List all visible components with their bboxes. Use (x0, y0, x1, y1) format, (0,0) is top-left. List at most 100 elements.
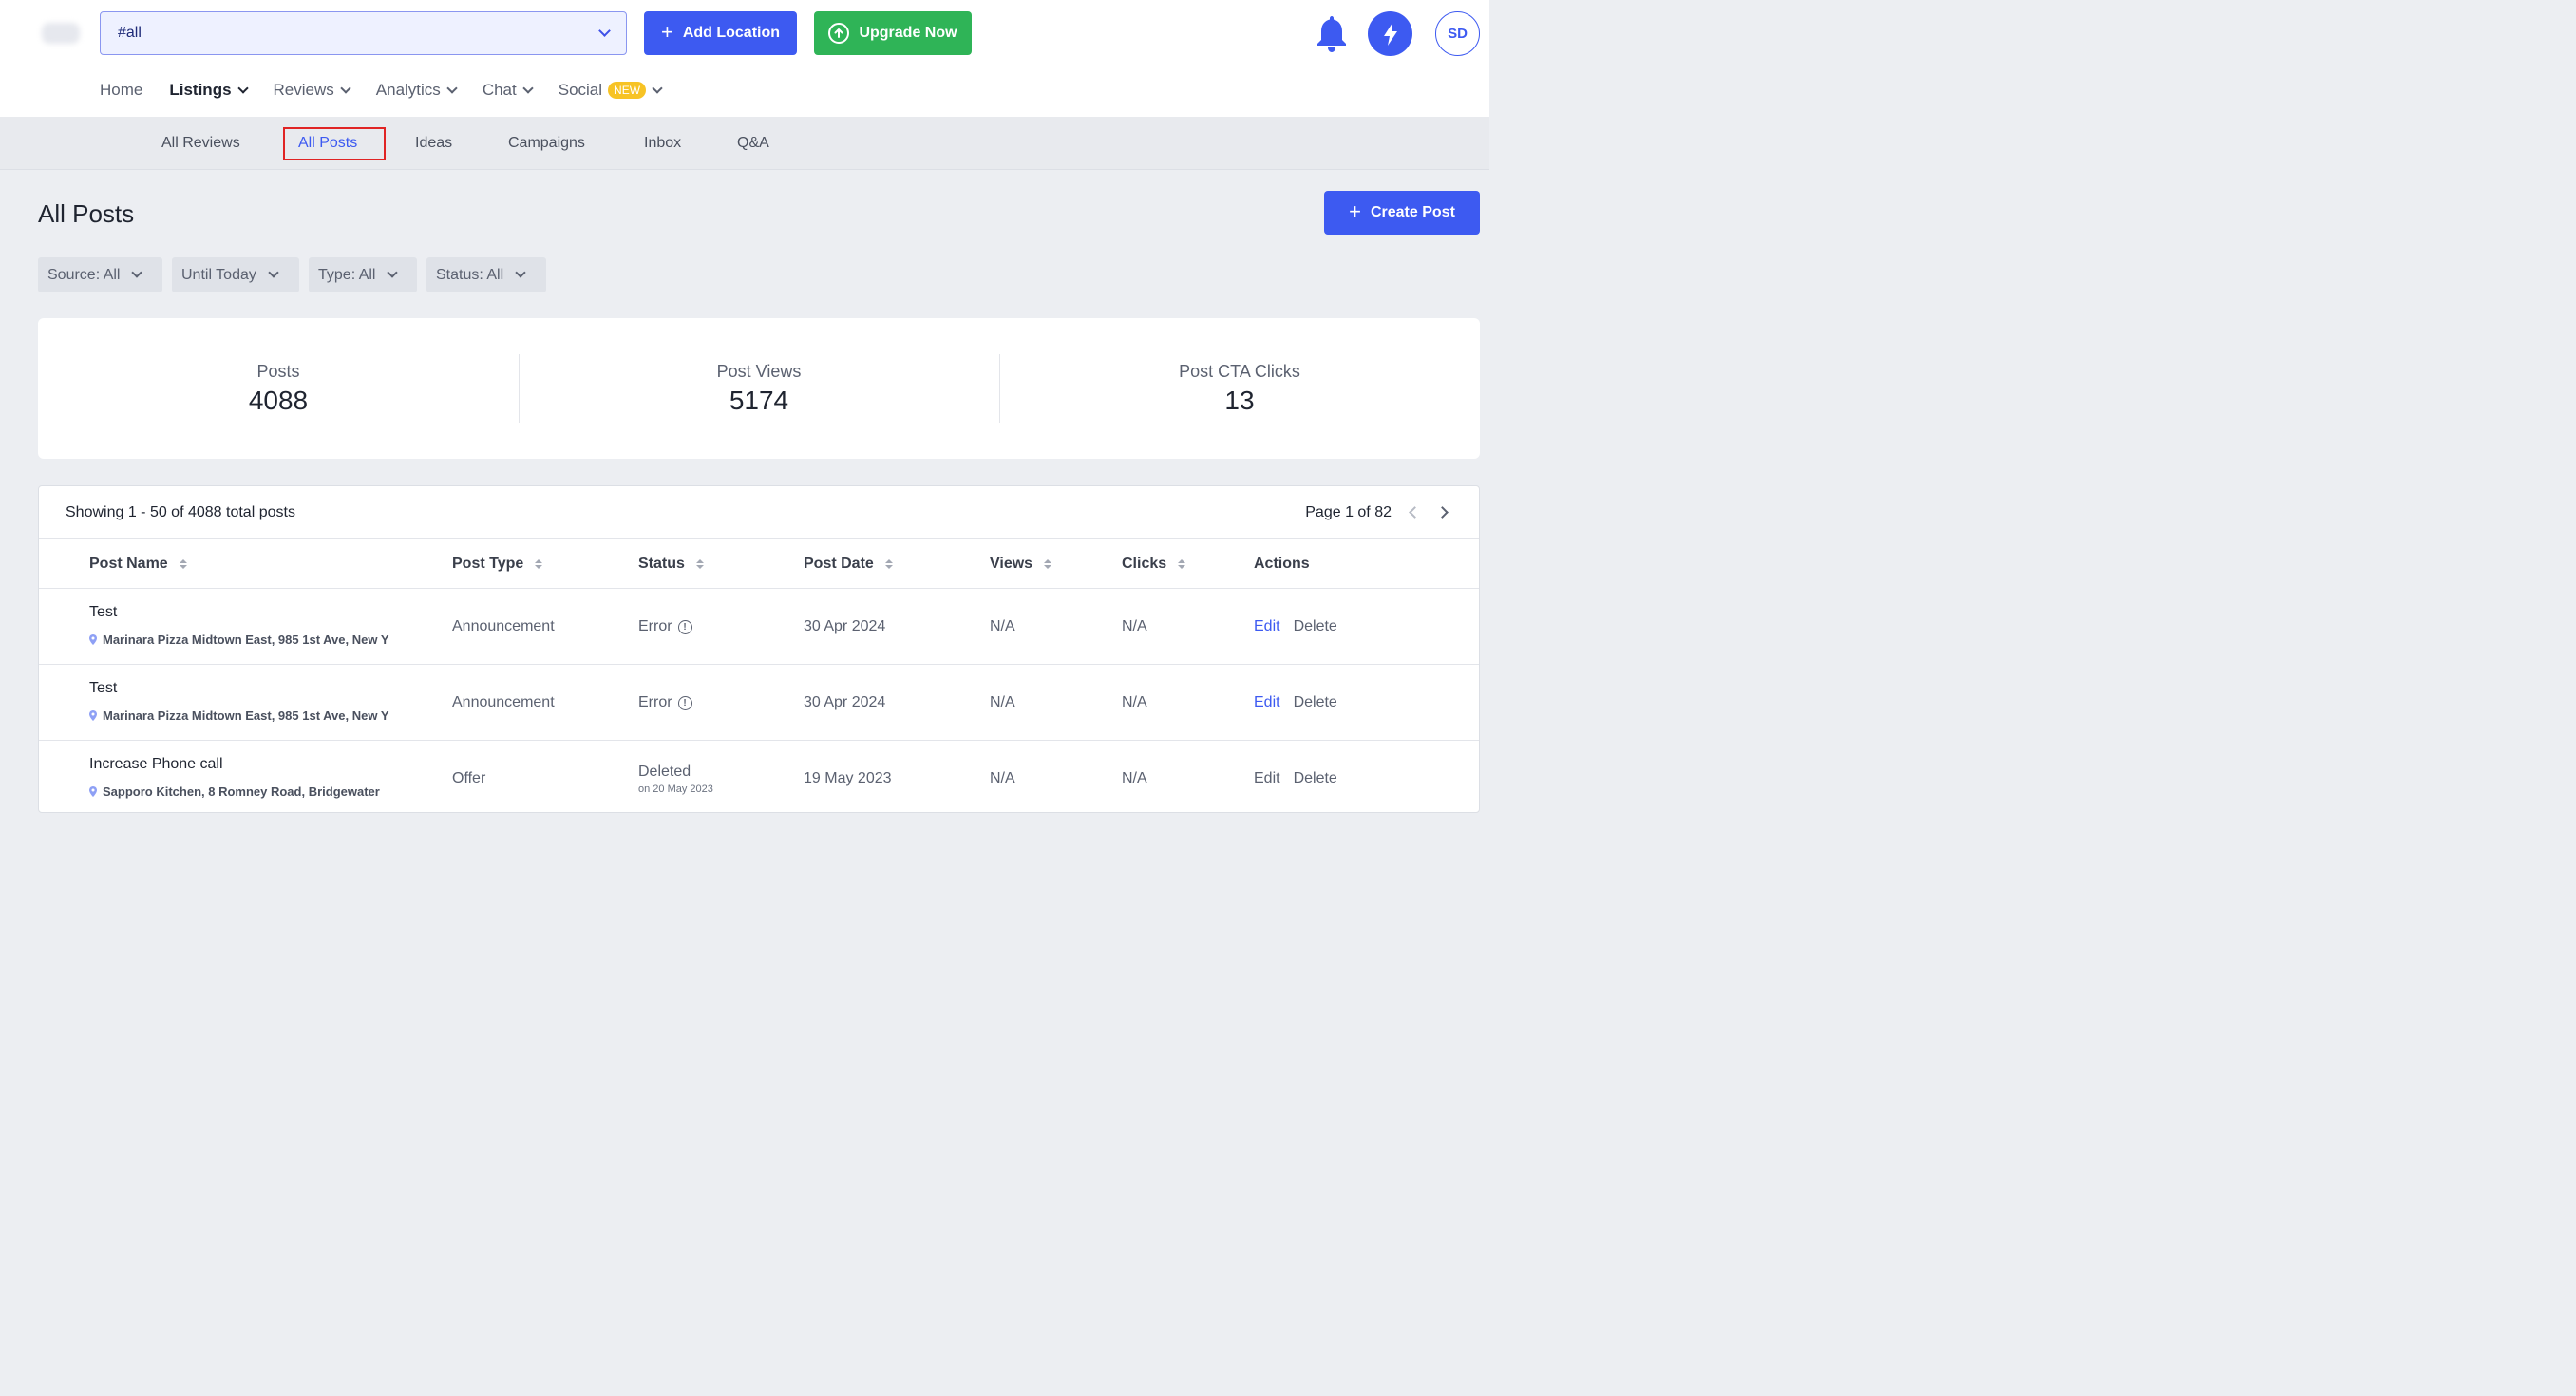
sort-icon (535, 559, 543, 569)
tab-ideas[interactable]: Ideas (415, 117, 452, 170)
stat-clicks: Post CTA Clicks 13 (999, 318, 1480, 459)
sub-nav: All Reviews All Posts Ideas Campaigns In… (0, 117, 1489, 170)
post-name[interactable]: Test (89, 680, 117, 697)
post-type: Announcement (452, 618, 555, 634)
nav-social-label: Social (558, 81, 603, 99)
nav-analytics[interactable]: Analytics (375, 81, 458, 100)
col-clicks[interactable]: Clicks (1122, 539, 1186, 589)
sort-icon (1044, 559, 1052, 569)
showing-text: Showing 1 - 50 of 4088 total posts (66, 503, 295, 520)
info-icon[interactable]: ! (677, 695, 692, 710)
sort-icon (1178, 559, 1186, 569)
post-views: N/A (990, 694, 1015, 710)
date-filter[interactable]: Until Today (172, 257, 299, 292)
col-status[interactable]: Status (638, 539, 704, 589)
post-location: Marinara Pizza Midtown East, 985 1st Ave… (89, 632, 398, 647)
lightning-icon[interactable] (1368, 11, 1412, 56)
sort-icon (695, 559, 704, 569)
nav-analytics-label: Analytics (375, 81, 441, 99)
arrow-up-circle-icon (828, 23, 850, 44)
nav-listings-label: Listings (169, 81, 232, 99)
post-status-text: Deleted (638, 763, 691, 780)
nav-reviews[interactable]: Reviews (274, 81, 351, 100)
post-views: N/A (990, 770, 1015, 786)
post-status-text: Error (638, 618, 672, 634)
tab-inbox[interactable]: Inbox (644, 117, 681, 170)
post-status-subtext: on 20 May 2023 (638, 783, 713, 795)
stat-views: Post Views 5174 (519, 318, 999, 459)
chevron-left-icon[interactable] (1409, 506, 1421, 519)
edit-link[interactable]: Edit (1254, 770, 1280, 787)
tab-qa[interactable]: Q&A (737, 117, 769, 170)
chevron-right-icon[interactable] (1436, 506, 1449, 519)
col-post-name-label: Post Name (89, 556, 168, 572)
add-location-button[interactable]: + Add Location (644, 11, 797, 55)
page-text: Page 1 of 82 (1305, 503, 1392, 520)
edit-link[interactable]: Edit (1254, 694, 1280, 711)
tab-all-reviews[interactable]: All Reviews (161, 117, 240, 170)
map-pin-icon (89, 634, 97, 645)
col-actions-label: Actions (1254, 556, 1310, 572)
chevron-down-icon (340, 82, 351, 94)
avatar[interactable]: SD (1435, 11, 1480, 56)
plus-icon: + (660, 20, 673, 44)
col-post-type[interactable]: Post Type (452, 539, 543, 589)
post-location: Sapporo Kitchen, 8 Romney Road, Bridgewa… (89, 784, 398, 799)
type-filter[interactable]: Type: All (309, 257, 417, 292)
delete-link[interactable]: Delete (1294, 618, 1337, 635)
upgrade-now-button[interactable]: Upgrade Now (814, 11, 972, 55)
post-type: Announcement (452, 694, 555, 710)
chevron-down-icon (237, 82, 249, 94)
nav-chat[interactable]: Chat (483, 81, 534, 100)
chevron-down-icon (446, 82, 458, 94)
plus-icon: + (1349, 199, 1361, 223)
create-post-button[interactable]: + Create Post (1324, 191, 1480, 235)
table-row[interactable]: Test Marinara Pizza Midtown East, 985 1s… (39, 665, 1479, 741)
post-date: 30 Apr 2024 (804, 618, 886, 634)
tab-campaigns[interactable]: Campaigns (508, 117, 585, 170)
post-views: N/A (990, 618, 1015, 634)
status-filter[interactable]: Status: All (426, 257, 546, 292)
col-views[interactable]: Views (990, 539, 1052, 589)
post-actions: Edit Delete (1254, 741, 1337, 812)
table-row[interactable]: Increase Phone call Sapporo Kitchen, 8 R… (39, 741, 1479, 812)
source-filter[interactable]: Source: All (38, 257, 162, 292)
posts-table: Showing 1 - 50 of 4088 total posts Page … (38, 485, 1480, 813)
nav-social[interactable]: Social NEW (558, 81, 663, 100)
post-date: 30 Apr 2024 (804, 694, 886, 710)
page-title: All Posts (38, 199, 135, 228)
stat-posts-value: 4088 (248, 385, 309, 415)
col-post-date[interactable]: Post Date (804, 539, 893, 589)
active-tab-highlight (283, 127, 386, 160)
location-select[interactable]: #all (100, 11, 627, 55)
post-name[interactable]: Test (89, 604, 117, 621)
bell-icon[interactable] (1314, 13, 1350, 53)
filter-bar: Source: All Until Today Type: All Status… (38, 257, 546, 292)
nav-home[interactable]: Home (100, 81, 142, 100)
chevron-down-icon (652, 82, 663, 94)
delete-link[interactable]: Delete (1294, 694, 1337, 711)
info-icon[interactable]: ! (677, 619, 692, 634)
post-location-text: Sapporo Kitchen, 8 Romney Road, Bridgewa… (103, 784, 380, 799)
stats-card: Posts 4088 Post Views 5174 Post CTA Clic… (38, 318, 1480, 459)
type-filter-label: Type: All (318, 266, 376, 283)
logo[interactable] (42, 23, 80, 44)
post-location-text: Marinara Pizza Midtown East, 985 1st Ave… (103, 632, 389, 647)
table-column-headers: Post Name Post Type Status Post Date Vie… (39, 539, 1479, 589)
edit-link[interactable]: Edit (1254, 618, 1280, 635)
post-actions: Edit Delete (1254, 589, 1337, 665)
table-row[interactable]: Test Marinara Pizza Midtown East, 985 1s… (39, 589, 1479, 665)
col-post-type-label: Post Type (452, 556, 524, 572)
delete-link[interactable]: Delete (1294, 770, 1337, 787)
chevron-down-icon (131, 267, 143, 278)
nav-listings[interactable]: Listings (169, 81, 249, 100)
post-name[interactable]: Increase Phone call (89, 756, 223, 773)
col-status-label: Status (638, 556, 685, 572)
post-actions: Edit Delete (1254, 665, 1337, 741)
col-post-name[interactable]: Post Name (89, 539, 187, 589)
map-pin-icon (89, 786, 97, 797)
chevron-down-icon (522, 82, 534, 94)
post-location: Marinara Pizza Midtown East, 985 1st Ave… (89, 708, 398, 723)
post-status: Error! (638, 589, 692, 665)
sort-icon (179, 559, 187, 569)
